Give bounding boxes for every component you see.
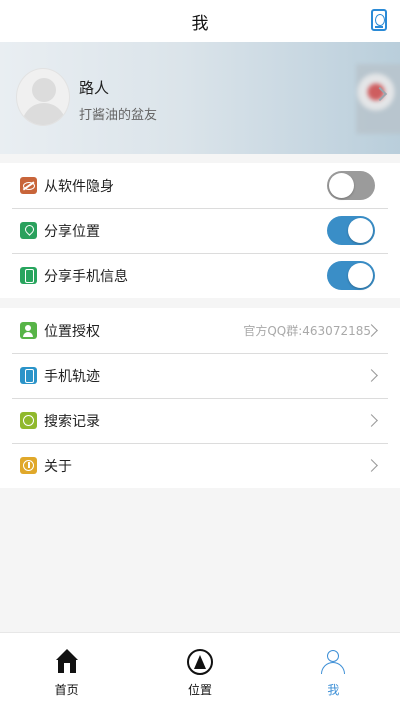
settings-group: 从软件隐身 分享位置 分享手机信息: [0, 163, 400, 298]
location-icon: [20, 222, 37, 239]
hide-icon: [20, 177, 37, 194]
search-record-icon: [20, 412, 37, 429]
bottom-tab-bar: 首页 位置 我: [0, 632, 400, 710]
avatar-body: [22, 103, 66, 125]
menu-item-location-authorization[interactable]: 位置授权 官方QQ群:463072185: [0, 308, 400, 353]
toggle-knob: [329, 173, 354, 198]
toggle-switch-on[interactable]: [327, 261, 375, 290]
menu-label: 关于: [44, 458, 72, 475]
chevron-right-icon: [365, 369, 378, 382]
tab-location[interactable]: 位置: [133, 633, 266, 710]
menu-item-phone-track[interactable]: 手机轨迹: [0, 353, 400, 398]
user-body: [321, 662, 346, 674]
chevron-right-icon: [365, 414, 378, 427]
page-title: 我: [191, 13, 209, 34]
tab-home[interactable]: 首页: [0, 633, 133, 710]
user-head: [327, 650, 340, 662]
home-door: [63, 663, 70, 673]
toggle-knob: [348, 263, 373, 288]
tab-label: 位置: [187, 683, 212, 697]
menu-group: 位置授权 官方QQ群:463072185 手机轨迹 搜索记录 关于: [0, 308, 400, 488]
menu-label: 手机轨迹: [44, 368, 100, 385]
about-icon: [20, 457, 37, 474]
menu-label: 搜索记录: [44, 413, 100, 430]
top-bar: 我: [0, 0, 400, 42]
setting-hide-from-app[interactable]: 从软件隐身: [0, 163, 400, 208]
tab-label: 我: [327, 683, 340, 697]
toggle-switch-on[interactable]: [327, 216, 375, 245]
setting-share-phone-info[interactable]: 分享手机信息: [0, 253, 400, 298]
phone-search-icon[interactable]: [371, 9, 387, 31]
setting-label: 从软件隐身: [44, 178, 114, 195]
home-icon: [54, 649, 80, 675]
menu-label: 位置授权: [44, 323, 100, 340]
toggle-knob: [348, 218, 373, 243]
toggle-switch-off[interactable]: [327, 171, 375, 200]
phone-info-icon: [20, 267, 37, 284]
profile-subtitle: 打酱油的盆友: [79, 108, 158, 123]
chevron-right-icon: [365, 459, 378, 472]
menu-item-about[interactable]: 关于: [0, 443, 400, 488]
avatar[interactable]: [16, 68, 70, 126]
tab-me[interactable]: 我: [267, 633, 400, 710]
navigation-arrow: [193, 655, 206, 669]
setting-share-location[interactable]: 分享位置: [0, 208, 400, 253]
setting-label: 分享位置: [44, 223, 100, 240]
menu-item-search-records[interactable]: 搜索记录: [0, 398, 400, 443]
navigation-icon: [186, 649, 213, 675]
tab-label: 首页: [54, 683, 79, 697]
profile-name: 路人: [79, 79, 110, 97]
avatar-head: [32, 78, 56, 102]
setting-label: 分享手机信息: [44, 268, 128, 285]
track-icon: [20, 367, 37, 384]
official-qq-group-text: 官方QQ群:463072185: [243, 324, 371, 338]
profile-card[interactable]: 路人 打酱油的盆友: [0, 42, 400, 154]
authorize-icon: [20, 322, 37, 339]
user-icon: [320, 649, 346, 675]
